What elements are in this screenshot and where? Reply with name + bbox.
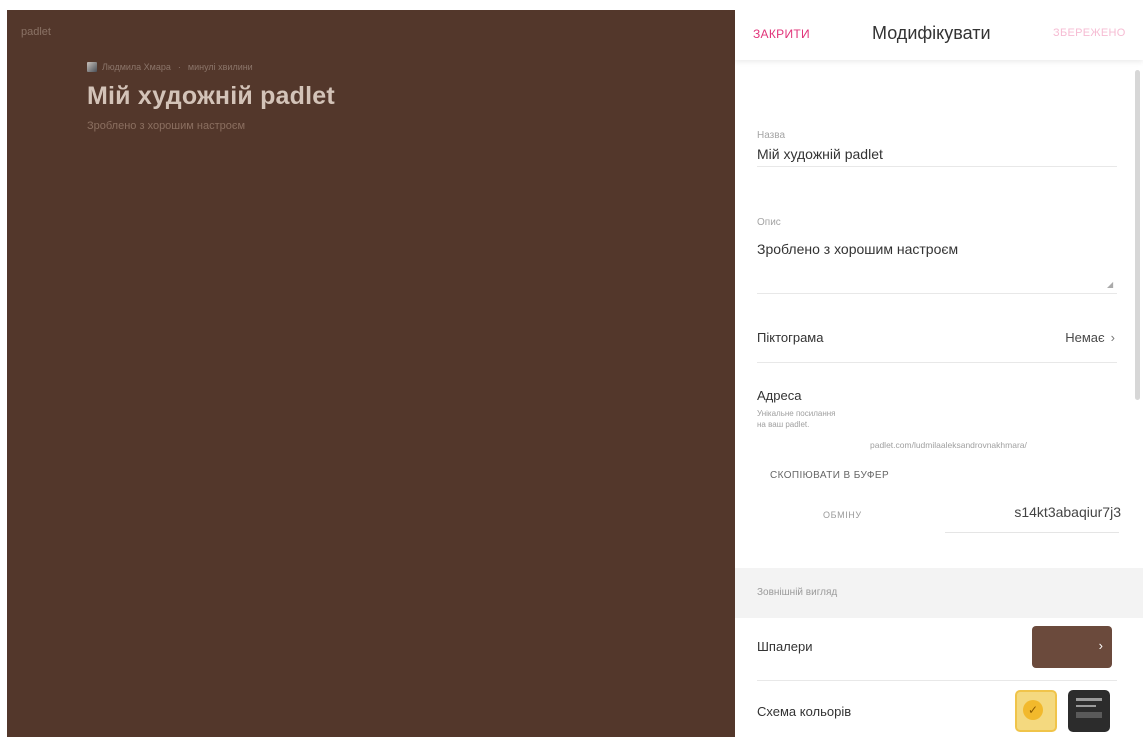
chevron-right-icon: ›: [1098, 638, 1103, 653]
address-url[interactable]: padlet.com/ludmilaaleksandrovnakhmara/: [870, 440, 1027, 450]
board-title: Мій художній padlet: [87, 82, 335, 110]
resize-handle-icon[interactable]: ◢: [1107, 281, 1115, 289]
change-slug-button[interactable]: ОБМІНУ: [823, 510, 862, 520]
panel-header: ЗАКРИТИ Модифікувати ЗБЕРЕЖЕНО: [735, 10, 1143, 60]
icon-row-value[interactable]: Немає ›: [1065, 330, 1115, 345]
dark-scheme-icon[interactable]: [1068, 690, 1110, 732]
description-field-label: Опис: [757, 217, 781, 228]
board-subtitle: Зроблено з хорошим настроєм: [87, 120, 246, 132]
saved-status: ЗБЕРЕЖЕНО: [1053, 27, 1126, 39]
last-edited: минулі хвилини: [187, 62, 253, 72]
icon-row-divider: [757, 362, 1117, 363]
color-scheme-row-label: Схема кольорів: [757, 704, 852, 719]
author-avatar[interactable]: [87, 62, 97, 72]
board-breadcrumb: Людмила Хмара · минулі хвилини: [87, 62, 253, 72]
appearance-section-header: Зовнішній вигляд: [735, 568, 1143, 618]
slug-input[interactable]: s14kt3abaqiur7j3: [1014, 504, 1121, 520]
wallpaper-row-divider: [757, 680, 1117, 681]
slug-underline: [945, 532, 1119, 533]
address-label: Адреса: [757, 388, 802, 403]
light-scheme-icon[interactable]: ✓: [1015, 690, 1057, 732]
app-frame: padlet Людмила Хмара · минулі хвилини Мі…: [7, 10, 1143, 737]
padlet-logo[interactable]: padlet: [21, 26, 51, 38]
description-underline: [757, 293, 1117, 294]
copy-to-clipboard-button[interactable]: СКОПІЮВАТИ В БУФЕР: [770, 470, 889, 481]
address-description: Унікальне посилання на ваш padlet.: [757, 409, 836, 429]
title-field-label: Назва: [757, 130, 786, 141]
padlet-board: padlet Людмила Хмара · минулі хвилини Мі…: [7, 10, 735, 737]
author-name[interactable]: Людмила Хмара: [102, 62, 171, 72]
close-button[interactable]: ЗАКРИТИ: [753, 27, 810, 41]
wallpaper-picker-button[interactable]: ›: [1032, 626, 1112, 668]
modify-panel: ЗАКРИТИ Модифікувати ЗБЕРЕЖЕНО Назва Мій…: [735, 10, 1143, 737]
icon-row-selected: Немає: [1065, 330, 1105, 345]
description-textarea[interactable]: Зроблено з хорошим настроєм: [757, 241, 958, 257]
breadcrumb-separator: ·: [177, 62, 181, 72]
panel-scrollbar[interactable]: [1135, 70, 1140, 400]
icon-row-label: Піктограма: [757, 330, 824, 345]
title-input[interactable]: Мій художній padlet: [757, 146, 883, 162]
chevron-right-icon: ›: [1110, 330, 1115, 345]
panel-title: Модифікувати: [872, 23, 991, 43]
wallpaper-row-label: Шпалери: [757, 639, 813, 654]
appearance-section-title: Зовнішній вигляд: [757, 587, 838, 598]
title-underline: [757, 166, 1117, 167]
checkmark-icon: ✓: [1023, 700, 1043, 720]
